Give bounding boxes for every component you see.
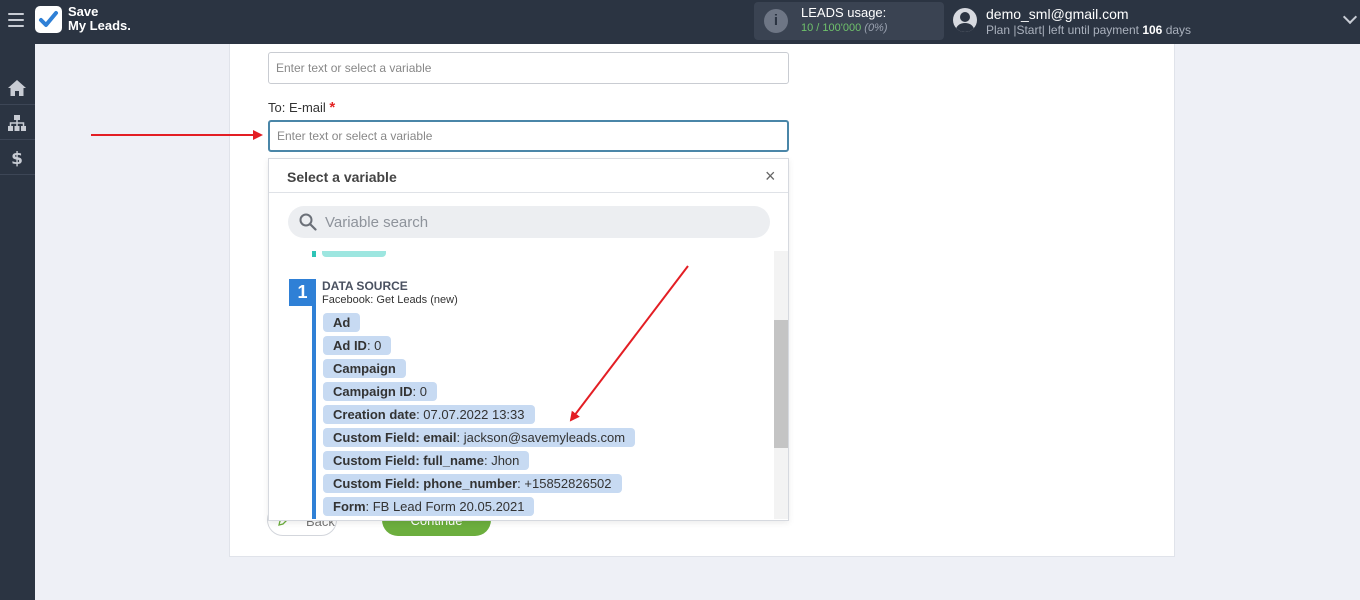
variable-key: Form xyxy=(333,499,366,514)
dropdown-title: Select a variable xyxy=(287,169,397,185)
variable-chip[interactable]: Form: FB Lead Form 20.05.2021 xyxy=(323,497,535,516)
required-mark: * xyxy=(329,99,336,116)
chevron-down-icon[interactable] xyxy=(1342,9,1358,25)
to-email-label-text: To: E-mail xyxy=(268,100,326,115)
data-source-bar xyxy=(312,306,316,519)
usage-count: 10 / 100'000 xyxy=(801,22,862,34)
variable-key: Campaign ID xyxy=(333,384,413,399)
variable-key: Ad xyxy=(333,315,351,330)
plan-text: Plan |Start| left until payment xyxy=(986,23,1139,37)
logo-line-2: My Leads. xyxy=(68,18,131,33)
sitemap-icon xyxy=(8,115,26,131)
close-icon[interactable]: × xyxy=(765,167,776,185)
variable-value: : 0 xyxy=(412,384,427,399)
variable-chip[interactable]: Campaign xyxy=(323,359,406,378)
plan-days: 106 xyxy=(1142,23,1163,37)
to-email-input[interactable] xyxy=(268,120,789,152)
dollar-icon: $ xyxy=(11,149,23,167)
search-icon xyxy=(299,213,317,231)
to-email-label: To: E-mail * xyxy=(268,99,335,116)
variable-search xyxy=(288,206,770,238)
sidebar-item-connections[interactable] xyxy=(0,106,35,140)
sidebar-item-home[interactable] xyxy=(0,71,35,105)
scrollbar-thumb[interactable] xyxy=(774,320,788,448)
variable-chip[interactable]: Ad ID: 0 xyxy=(323,336,392,355)
usage-title: LEADS usage: xyxy=(801,5,887,20)
variable-key: Custom Field: full_name xyxy=(333,453,484,468)
variable-chip[interactable]: Creation date: 07.07.2022 13:33 xyxy=(323,405,535,424)
variable-value: : 0 xyxy=(366,338,382,353)
variable-key: Custom Field: email xyxy=(333,430,457,445)
user-plan: Plan |Start| left until payment 106 days xyxy=(986,23,1191,37)
leads-usage-box: i LEADS usage: 10 / 100'000 (0%) xyxy=(754,2,944,40)
variable-search-input[interactable] xyxy=(325,206,755,238)
variable-key: Custom Field: phone_number xyxy=(333,476,518,491)
info-icon: i xyxy=(764,9,788,33)
dropdown-header: Select a variable × xyxy=(269,159,788,193)
top-bar: Save My Leads. i LEADS usage: 10 / 100'0… xyxy=(0,0,1360,44)
home-icon xyxy=(8,80,26,96)
data-source-number: 1 xyxy=(289,279,316,306)
variable-chip[interactable]: Campaign ID: 0 xyxy=(323,382,437,401)
variable-value: : jackson@savemyleads.com xyxy=(456,430,626,445)
variable-chip[interactable]: Custom Field: phone_number: +15852826502 xyxy=(323,474,622,493)
usage-value: 10 / 100'000 (0%) xyxy=(801,22,888,34)
user-email: demo_sml@gmail.com xyxy=(986,6,1129,22)
variable-chip[interactable]: Custom Field: email: jackson@savemyleads… xyxy=(323,428,636,447)
logo-check-icon xyxy=(35,6,62,33)
variable-value: : FB Lead Form 20.05.2021 xyxy=(365,499,525,514)
variable-value: : +15852826502 xyxy=(517,476,612,491)
logo-line-1: Save xyxy=(68,4,99,19)
logo-text: Save My Leads. xyxy=(68,5,131,33)
variable-dropdown: Select a variable × 1 DATA SOURCE Facebo… xyxy=(268,158,789,521)
data-source-subtitle: Facebook: Get Leads (new) xyxy=(322,294,458,306)
variable-list: 1 DATA SOURCE Facebook: Get Leads (new) … xyxy=(269,251,774,519)
variable-chip[interactable]: Ad xyxy=(323,313,361,332)
variable-key: Ad ID xyxy=(333,338,367,353)
usage-percent: (0%) xyxy=(864,22,888,34)
sidebar-item-billing[interactable]: $ xyxy=(0,141,35,175)
plan-days-unit: days xyxy=(1165,23,1192,37)
variable-chips: Ad Ad ID: 0 Campaign Campaign ID: 0 Creation… xyxy=(323,313,763,519)
variable-key: Creation date xyxy=(333,407,417,422)
previous-source-bar xyxy=(312,251,316,257)
variable-chip[interactable]: Custom Field: full_name: Jhon xyxy=(323,451,530,470)
previous-source-chip[interactable] xyxy=(322,251,386,257)
variable-key: Campaign xyxy=(333,361,396,376)
user-avatar-icon[interactable] xyxy=(953,8,977,32)
hamburger-menu-icon[interactable] xyxy=(8,13,24,27)
svg-text:$: $ xyxy=(11,149,23,167)
variable-value: : Jhon xyxy=(483,453,520,468)
variable-value: : 07.07.2022 13:33 xyxy=(416,407,525,422)
sidebar: $ xyxy=(0,44,35,600)
data-source-title: DATA SOURCE xyxy=(322,279,408,293)
previous-field-input[interactable] xyxy=(268,52,789,84)
